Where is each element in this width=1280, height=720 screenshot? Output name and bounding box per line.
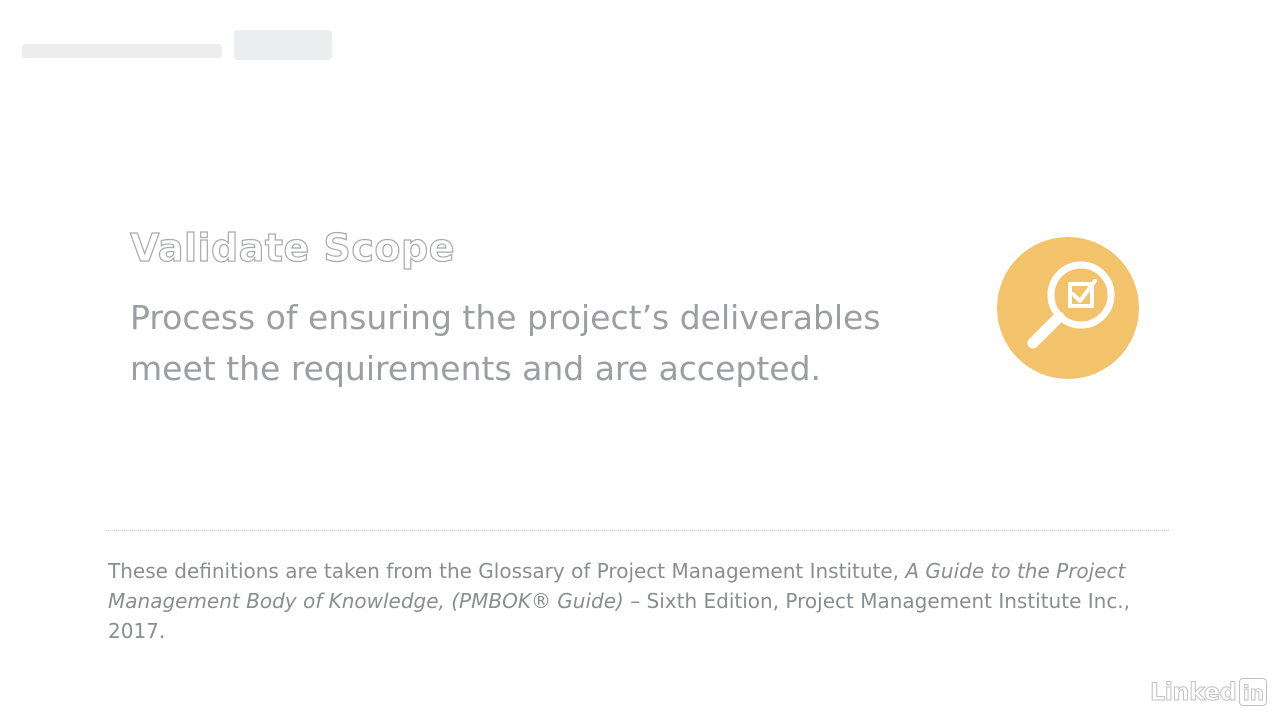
- citation-part1: These definitions are taken from the Glo…: [108, 559, 906, 583]
- magnifier-checkbox-icon: [997, 237, 1139, 379]
- linkedin-logo-in-box: in: [1239, 678, 1268, 706]
- citation-text: These definitions are taken from the Glo…: [108, 556, 1148, 646]
- term-definition: Process of ensuring the project’s delive…: [130, 298, 881, 388]
- section-divider: [106, 530, 1169, 531]
- slide: Validate Scope Process of ensuring the p…: [0, 0, 1280, 720]
- faded-header-logo: [22, 30, 332, 60]
- linkedin-logo: Linked in: [1149, 676, 1268, 708]
- term-title: Validate Scope: [129, 225, 456, 270]
- linkedin-logo-word: Linked: [1149, 678, 1237, 707]
